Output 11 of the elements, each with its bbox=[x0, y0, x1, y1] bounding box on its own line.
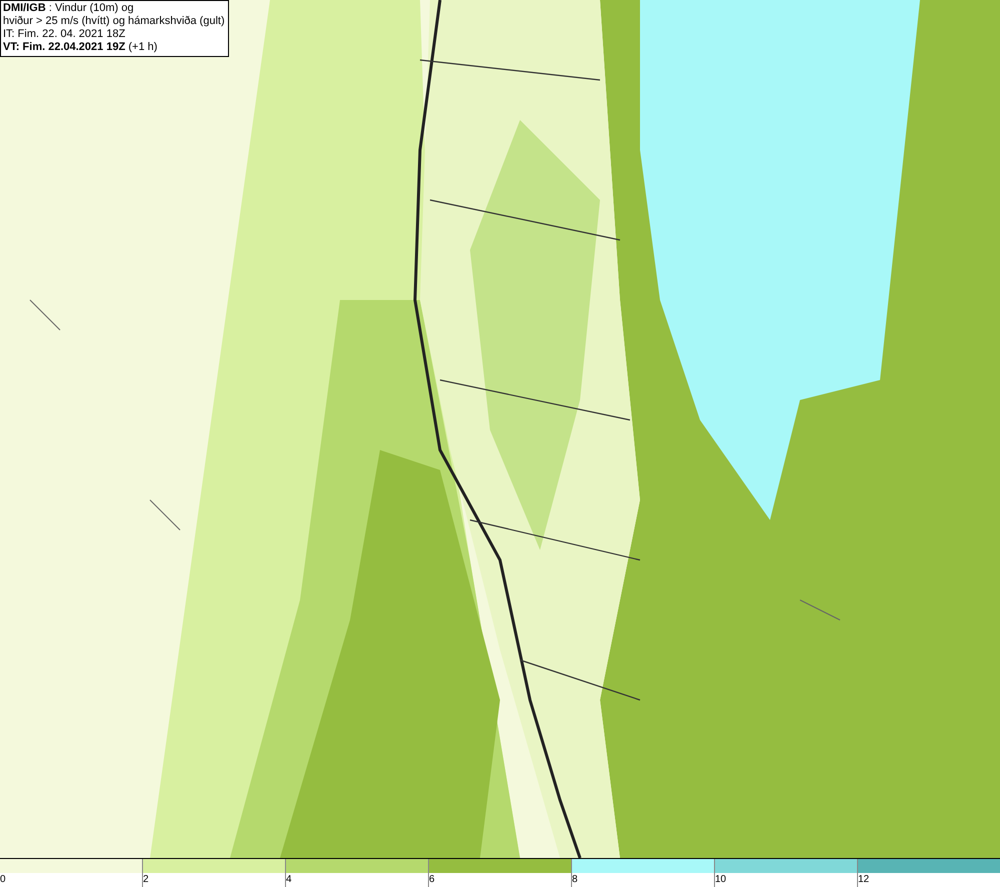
legend-text: IT: Fim. 22. 04. 2021 18Z bbox=[3, 28, 126, 41]
legend-text: VT: Fim. 22.04.2021 19Z (+1 h) bbox=[3, 41, 158, 54]
scale-label: 8 bbox=[572, 873, 578, 887]
legend-text: DMI/IGB : Vindur (10m) og bbox=[3, 2, 135, 15]
scale-label: 4 bbox=[286, 873, 292, 887]
scale-label: 12 bbox=[858, 873, 870, 887]
scale-label: 6 bbox=[429, 873, 435, 887]
scale-label: 0 bbox=[0, 873, 6, 887]
legend-text: hviður > 25 m/s (hvítt) og hámarkshviða (gult) bbox=[3, 15, 225, 28]
scale-label: 10 bbox=[715, 873, 726, 887]
scale-label: 2 bbox=[143, 873, 149, 887]
